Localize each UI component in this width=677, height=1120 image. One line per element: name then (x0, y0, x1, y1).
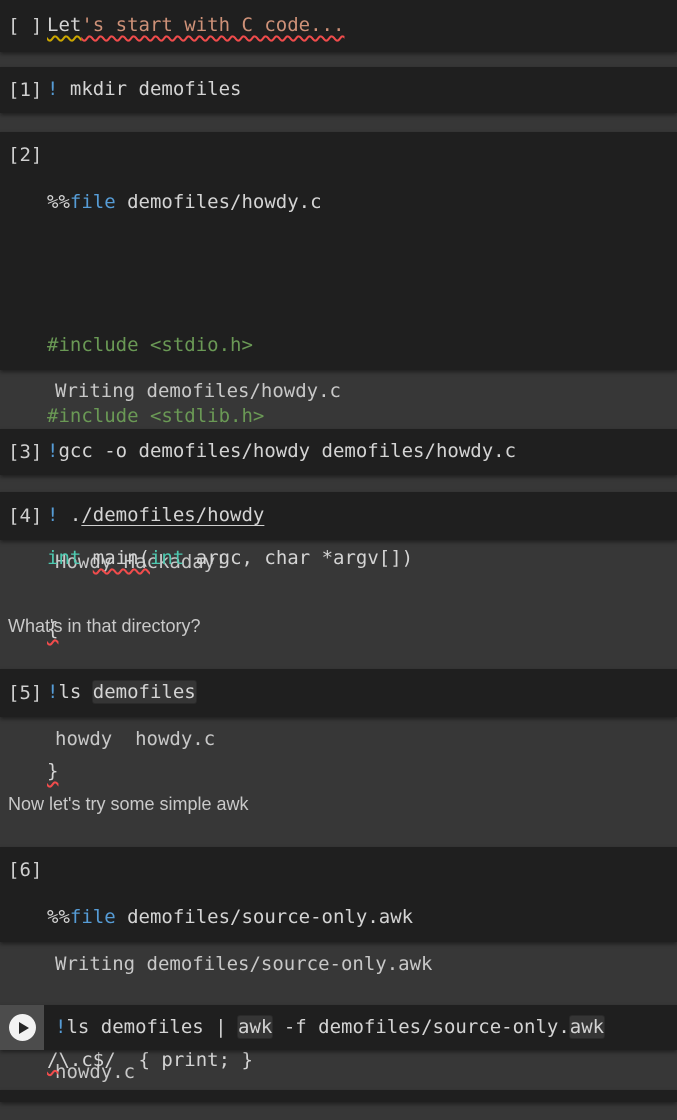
execution-prompt: [5] (0, 682, 47, 704)
code-word: Let (47, 14, 81, 36)
word-occurrence-highlight: awk (238, 1016, 272, 1038)
cell-4: [4] ! ./demofiles/howdy (0, 492, 677, 540)
bang-operator: ! (47, 440, 58, 462)
code-line-blank (47, 263, 413, 287)
code-text: . (58, 504, 81, 526)
next-cell-edge[interactable] (0, 1090, 677, 1102)
type-keyword: int (150, 547, 184, 569)
code-text: ls (58, 681, 92, 703)
execution-prompt: [ ] (0, 15, 47, 37)
execution-prompt: [2] (0, 132, 47, 370)
bang-operator: ! (47, 78, 58, 100)
code-text (81, 547, 92, 569)
cell-6: [6] %%file demofiles/source-only.awk /\.… (0, 847, 677, 942)
include-directive: #include <stdlib.h> (47, 405, 413, 429)
code-line: /\.c$/ { print; } (47, 1049, 413, 1073)
code-line: int main(int argc, char *argv[]) (47, 547, 413, 571)
code-editor[interactable]: !gcc -o demofiles/howdy demofiles/howdy.… (47, 440, 516, 464)
bang-operator: ! (47, 681, 58, 703)
code-text: argc, char *argv[]) (184, 547, 413, 569)
code-editor[interactable]: %%file demofiles/howdy.c #include <stdio… (47, 132, 413, 370)
code-line: } (47, 760, 413, 784)
magic-symbol: %% (47, 906, 70, 928)
execution-prompt: [1] (0, 79, 47, 101)
play-icon (19, 1022, 29, 1034)
regex-delimiter: / (47, 1049, 58, 1071)
execution-prompt: [3] (0, 441, 47, 463)
cell-running: !ls demofiles | awk -f demofiles/source-… (0, 1005, 677, 1050)
brace: } (47, 760, 58, 782)
code-editor[interactable]: !ls demofiles | awk -f demofiles/source-… (44, 1016, 604, 1040)
brace: { (47, 618, 58, 640)
type-keyword: int (47, 547, 81, 569)
code-editor[interactable]: !ls demofiles (47, 681, 196, 705)
cell-markdown-draft: [ ] Let's start with C code... (0, 0, 677, 52)
execution-prompt: [4] (0, 505, 47, 527)
magic-args: demofiles/howdy.c (116, 191, 322, 213)
code-line-blank (47, 978, 413, 1002)
file-link[interactable]: /demofiles/howdy (81, 504, 264, 526)
code-editor[interactable]: ! ./demofiles/howdy (47, 504, 264, 528)
cell-5: [5] !ls demofiles (0, 669, 677, 717)
cell-2: [2] %%file demofiles/howdy.c #include <s… (0, 132, 677, 370)
code-line: %%file demofiles/source-only.awk (47, 906, 413, 930)
include-directive: #include <stdio.h> (47, 334, 413, 358)
cell-gap (0, 52, 677, 67)
notebook: [ ] Let's start with C code... [1] ! mkd… (0, 0, 677, 1110)
code-editor[interactable]: Let's start with C code... (47, 14, 344, 38)
bang-operator: ! (47, 504, 58, 526)
magic-keyword: file (70, 906, 116, 928)
code-text: -f demofiles/source-only. (272, 1016, 569, 1038)
run-button-gutter (0, 1005, 44, 1050)
function-name: main( (93, 547, 150, 569)
code-line: %%file demofiles/howdy.c (47, 191, 413, 215)
code-line: { (47, 618, 413, 642)
code-text: mkdir demofiles (58, 78, 241, 100)
word-occurrence-highlight: awk (570, 1016, 604, 1038)
magic-args: demofiles/source-only.awk (116, 906, 413, 928)
code-editor[interactable]: %%file demofiles/source-only.awk /\.c$/ … (47, 847, 413, 942)
magic-symbol: %% (47, 191, 70, 213)
code-text: ls demofiles | (66, 1016, 238, 1038)
cell-1: [1] ! mkdir demofiles (0, 67, 677, 113)
cell-3: [3] !gcc -o demofiles/howdy demofiles/ho… (0, 429, 677, 475)
code-editor[interactable]: ! mkdir demofiles (47, 78, 241, 102)
code-string: 's start with C code... (81, 14, 344, 36)
run-cell-button[interactable] (9, 1014, 36, 1041)
bang-operator: ! (55, 1016, 66, 1038)
code-text: gcc -o demofiles/howdy demofiles/howdy.c (58, 440, 516, 462)
word-occurrence-highlight: demofiles (93, 681, 196, 703)
execution-prompt: [6] (0, 847, 47, 942)
code-text: \.c$/ { print; } (58, 1049, 252, 1071)
cell-gap (0, 113, 677, 132)
magic-keyword: file (70, 191, 116, 213)
